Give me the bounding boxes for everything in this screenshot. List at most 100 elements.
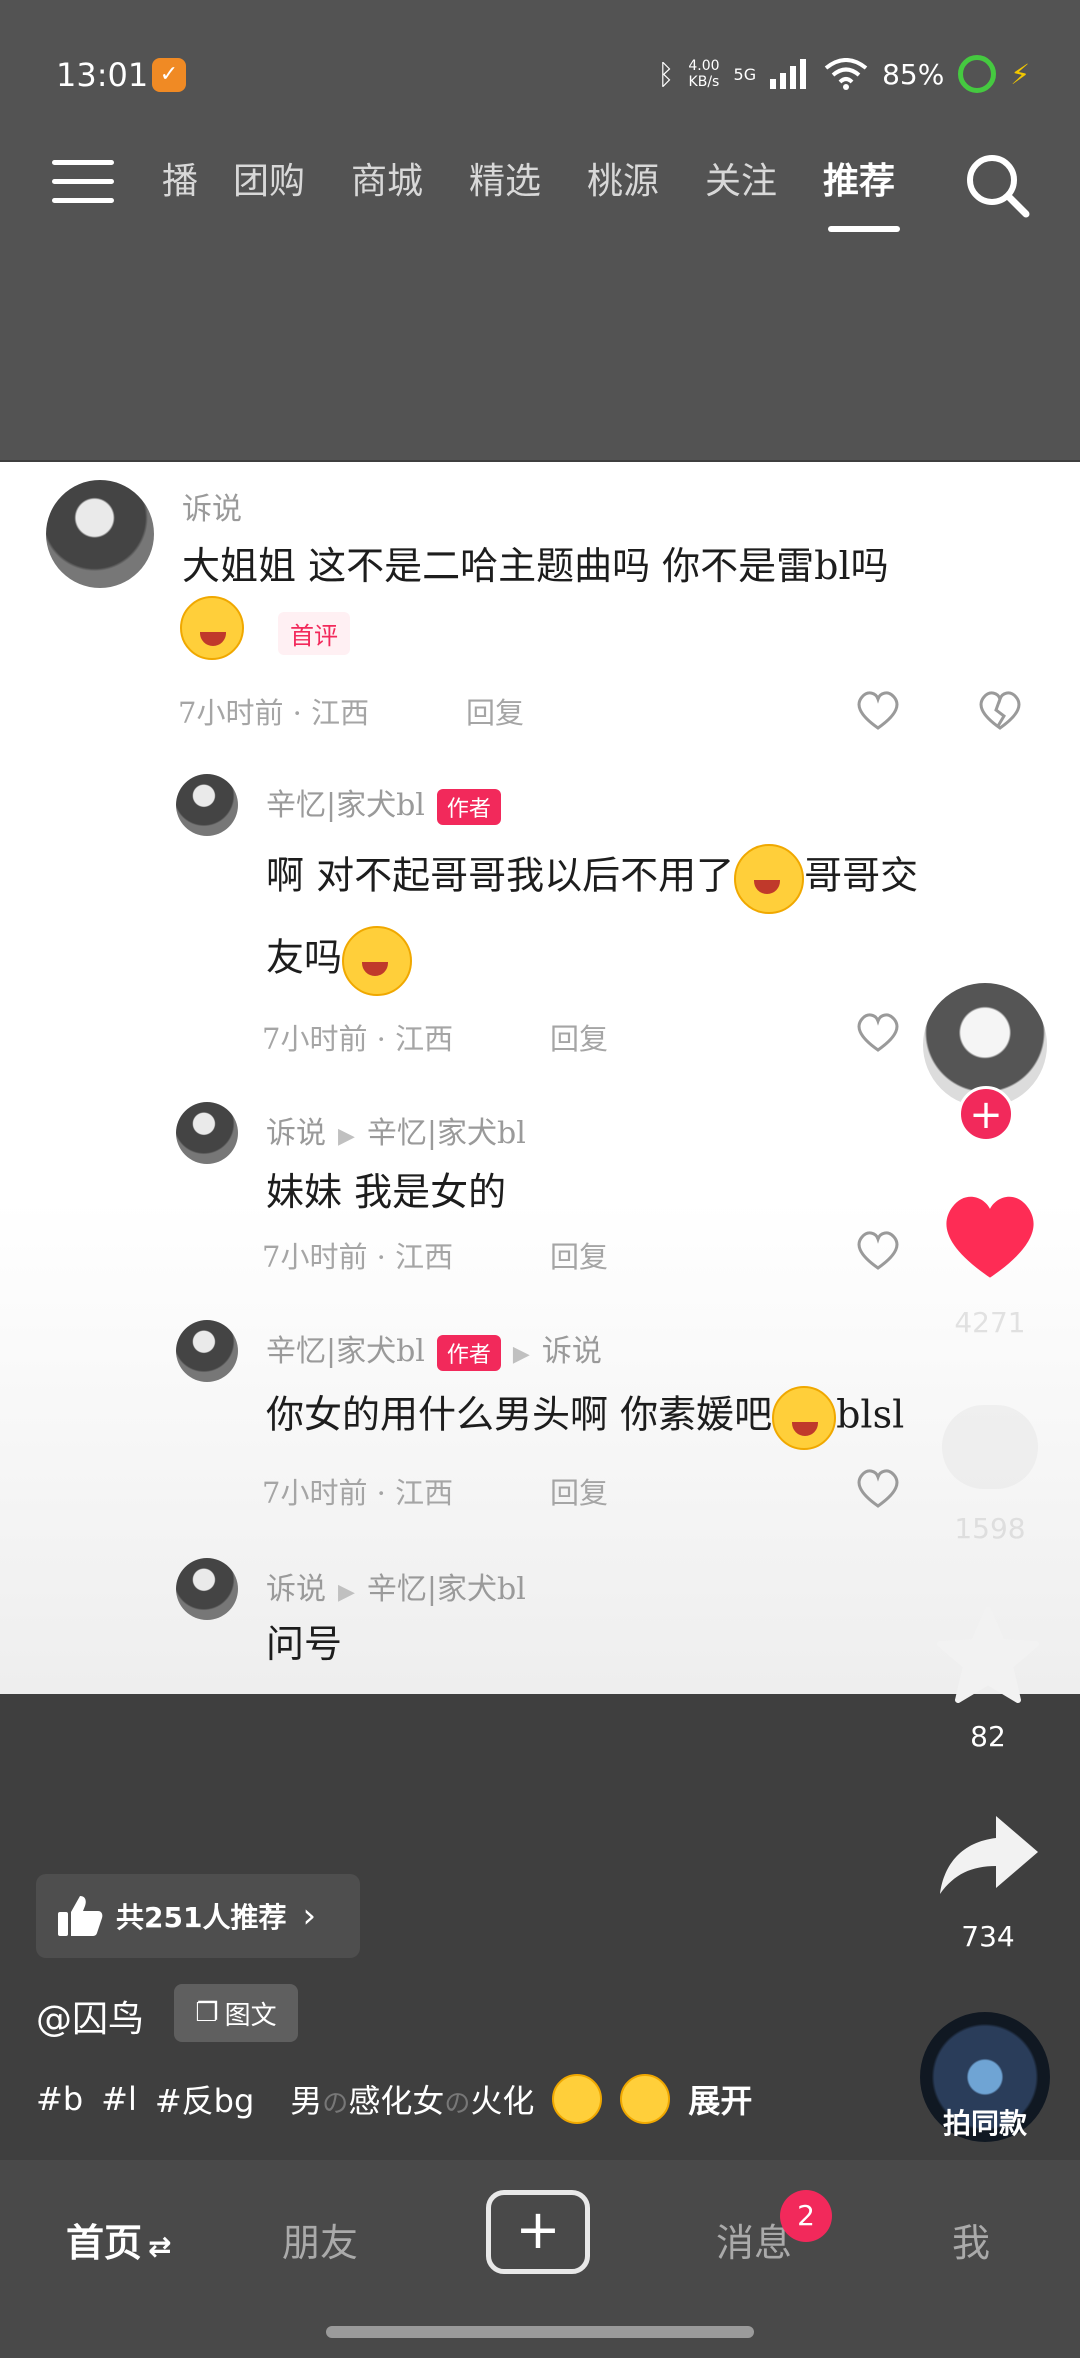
comment-count: 1598 bbox=[954, 1512, 1026, 1545]
expand-button[interactable]: 展开 bbox=[688, 2076, 752, 2122]
post-type-badge: ❐ 图文 bbox=[174, 1984, 298, 2042]
nav-home[interactable]: 首页 ⇄ bbox=[66, 2212, 171, 2267]
tab-mall[interactable]: 商城 bbox=[328, 152, 446, 204]
nav-friends[interactable]: 朋友 bbox=[282, 2212, 358, 2267]
avatar[interactable] bbox=[46, 480, 154, 588]
share-arrow-icon[interactable] bbox=[936, 1812, 1042, 1898]
avatar[interactable] bbox=[176, 1102, 238, 1164]
favorite-count: 82 bbox=[970, 1720, 1006, 1753]
comment-text-tail: 哥哥交 bbox=[804, 853, 919, 898]
same-style-label[interactable]: 拍同款 bbox=[900, 2102, 1070, 2142]
comment-icon[interactable] bbox=[942, 1405, 1038, 1489]
username-text: 辛忆|家犬bl bbox=[266, 1334, 425, 1369]
comment-text-main: 你女的用什么男头啊 你素媛吧 bbox=[266, 1392, 773, 1437]
laughing-crying-emoji bbox=[620, 2074, 671, 2124]
battery-percent: 85% bbox=[882, 57, 945, 91]
reply-button[interactable]: 回复 bbox=[466, 690, 524, 732]
comment-username: 诉说 ▶ 辛忆|家犬bl bbox=[266, 1108, 526, 1152]
create-plus-button[interactable]: + bbox=[486, 2190, 590, 2274]
hashtag[interactable]: #l bbox=[101, 2080, 137, 2118]
nav-tabs: 播 团购 商城 精选 桃源 关注 推荐 bbox=[150, 152, 918, 204]
net-speed-value: 4.00 bbox=[688, 58, 720, 74]
thumbs-up-icon bbox=[58, 1896, 103, 1936]
comment-text-line3: 友吗 bbox=[266, 935, 343, 980]
reply-arrow-icon: ▶ bbox=[338, 1580, 355, 1605]
status-indicators: ᛒ 4.00 KB/s 5G 85% ⚡ bbox=[658, 52, 1030, 96]
bluetooth-icon: ᛒ bbox=[657, 57, 675, 91]
battery-ring-icon bbox=[958, 55, 997, 93]
tab-following[interactable]: 关注 bbox=[682, 152, 800, 204]
desc-no-char: の bbox=[322, 2089, 349, 2119]
tab-recommend[interactable]: 推荐 bbox=[800, 152, 918, 204]
recommend-pill[interactable]: 共251人推荐 › bbox=[36, 1874, 360, 1958]
like-heart-icon[interactable] bbox=[940, 1190, 1040, 1282]
like-outline-icon[interactable] bbox=[854, 1010, 902, 1054]
dislike-broken-heart-icon[interactable] bbox=[976, 688, 1024, 732]
share-count: 734 bbox=[961, 1920, 1015, 1953]
comment-username: 诉说 bbox=[182, 492, 242, 527]
chevron-right-icon: › bbox=[302, 1896, 317, 1936]
like-count: 4271 bbox=[954, 1306, 1026, 1339]
laughing-crying-emoji bbox=[772, 1386, 837, 1450]
laughing-crying-emoji bbox=[180, 596, 244, 660]
menu-icon[interactable] bbox=[52, 160, 114, 204]
active-tab-indicator bbox=[828, 226, 900, 232]
shushing-face-emoji bbox=[342, 926, 413, 996]
reply-arrow-icon: ▶ bbox=[512, 1342, 530, 1367]
desc-part: 感化女 bbox=[348, 2082, 445, 2120]
comment-text: 问号 bbox=[266, 1622, 343, 1666]
reply-button[interactable]: 回复 bbox=[550, 1470, 608, 1512]
message-count-badge: 2 bbox=[780, 2190, 832, 2242]
wifi-icon bbox=[824, 58, 868, 90]
comment-text: 妹妹 我是女的 bbox=[266, 1170, 507, 1214]
like-outline-icon[interactable] bbox=[854, 1228, 902, 1272]
desc-part: 火化 bbox=[470, 2082, 535, 2120]
comment-meta: 7小时前 · 江西 bbox=[178, 696, 370, 730]
tab-live[interactable]: 播 bbox=[150, 152, 210, 204]
username-text: 辛忆|家犬bl bbox=[266, 788, 425, 823]
author-tag: 作者 bbox=[436, 789, 501, 825]
comment-meta: 7小时前 · 江西 bbox=[262, 1240, 454, 1274]
tab-featured[interactable]: 精选 bbox=[446, 152, 564, 204]
pleading-face-emoji bbox=[734, 844, 805, 914]
like-outline-icon[interactable] bbox=[854, 688, 902, 732]
status-bar: 13:01 ✓ ᛒ 4.00 KB/s 5G 85% ⚡ bbox=[0, 0, 1080, 150]
first-comment-tag: 首评 bbox=[278, 612, 350, 655]
comment-meta: 7小时前 · 江西 bbox=[262, 1476, 454, 1510]
like-outline-icon[interactable] bbox=[854, 1466, 902, 1510]
nav-me[interactable]: 我 bbox=[952, 2212, 990, 2267]
net-speed-unit: KB/s bbox=[688, 74, 720, 90]
desc-part: 男 bbox=[290, 2082, 323, 2120]
reply-to-username: 辛忆|家犬bl bbox=[366, 1116, 526, 1151]
desc-no-char: の bbox=[444, 2089, 471, 2119]
avatar[interactable] bbox=[176, 774, 238, 836]
post-author[interactable]: @囚鸟 bbox=[36, 1990, 144, 2042]
desc-text: 男の感化女の火化 bbox=[290, 2076, 534, 2122]
search-icon[interactable] bbox=[962, 150, 1032, 220]
username-text: 诉说 bbox=[266, 1572, 326, 1607]
image-text-icon: ❐ bbox=[195, 1998, 219, 2028]
net-speed: 4.00 KB/s bbox=[688, 58, 719, 90]
comment-text-tail: blsl bbox=[836, 1392, 905, 1437]
comment-username: 诉说 ▶ 辛忆|家犬bl bbox=[266, 1564, 526, 1608]
author-tag: 作者 bbox=[436, 1335, 501, 1371]
tab-taoyuan[interactable]: 桃源 bbox=[564, 152, 682, 204]
comment-username: 辛忆|家犬bl 作者 bbox=[266, 780, 501, 825]
comments-image: 诉说 大姐姐 这不是二哈主题曲吗 你不是雷bl吗 首评 7小时前 · 江西 回复… bbox=[0, 462, 1080, 1694]
home-indicator[interactable] bbox=[326, 2326, 754, 2338]
laughing-crying-emoji bbox=[552, 2074, 603, 2124]
recommend-count-label: 共251人推荐 bbox=[116, 1901, 287, 1934]
avatar[interactable] bbox=[176, 1558, 238, 1620]
reply-button[interactable]: 回复 bbox=[550, 1016, 608, 1058]
follow-button[interactable]: + bbox=[958, 1086, 1014, 1142]
avatar[interactable] bbox=[176, 1320, 238, 1382]
hashtag[interactable]: #反bg bbox=[155, 2076, 254, 2122]
reply-to-username: 辛忆|家犬bl bbox=[366, 1572, 526, 1607]
tab-group-buy[interactable]: 团购 bbox=[210, 152, 328, 204]
comment-text-cont: 友吗 bbox=[266, 926, 413, 996]
comment-text-line1: 啊 对不起哥哥我以后不用了 bbox=[266, 853, 735, 898]
reply-button[interactable]: 回复 bbox=[550, 1234, 608, 1276]
comment-text: 你女的用什么男头啊 你素媛吧 blsl bbox=[266, 1386, 904, 1450]
favorite-star-icon[interactable] bbox=[936, 1606, 1040, 1704]
hashtag[interactable]: #b bbox=[36, 2080, 83, 2118]
